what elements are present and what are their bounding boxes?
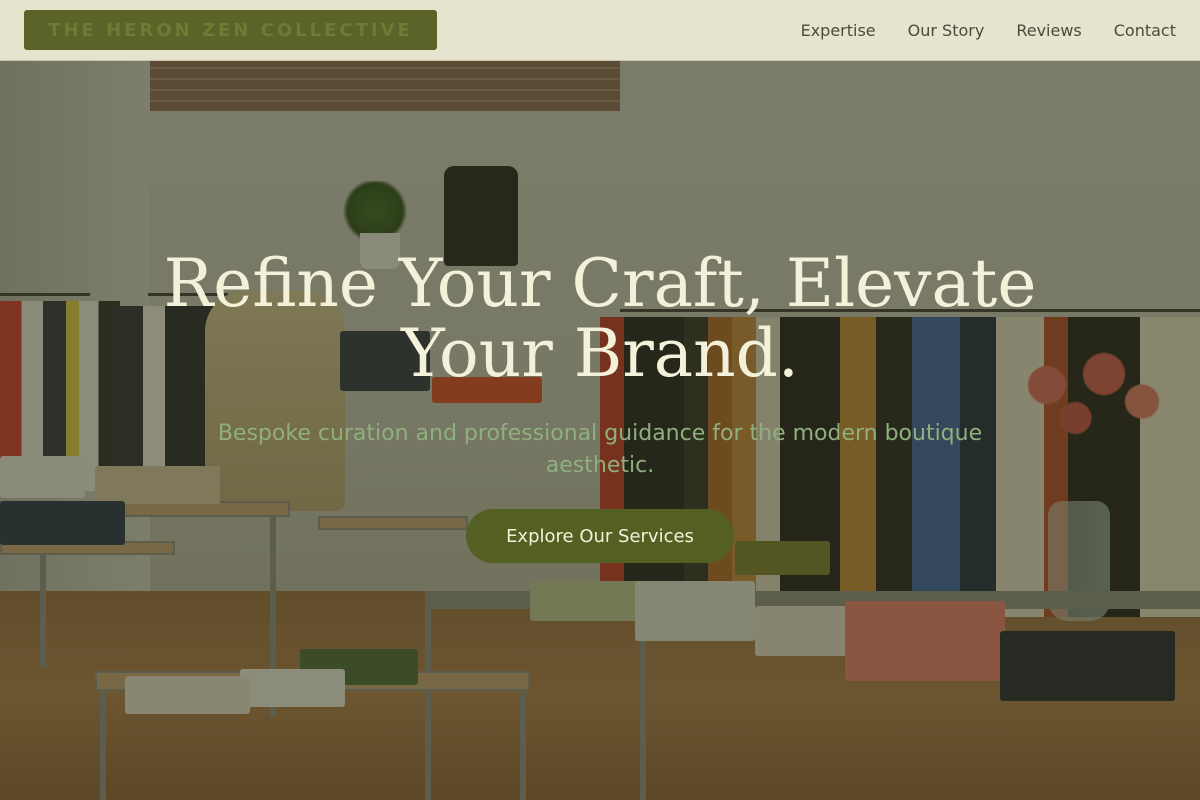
main-nav: Expertise Our Story Reviews Contact (769, 0, 1176, 60)
nav-link-our-story[interactable]: Our Story (908, 21, 985, 40)
explore-services-button[interactable]: Explore Our Services (466, 509, 734, 563)
brand-logo[interactable]: THE HERON ZEN COLLECTIVE (24, 10, 437, 50)
nav-link-expertise[interactable]: Expertise (801, 21, 876, 40)
hero-subtitle: Bespoke curation and professional guidan… (217, 421, 983, 478)
brand-name: THE HERON ZEN COLLECTIVE (48, 19, 413, 41)
nav-link-reviews[interactable]: Reviews (1016, 21, 1081, 40)
hero-title: Refine Your Craft, Elevate Your Brand. (163, 245, 1037, 392)
hero-section: Refine Your Craft, Elevate Your Brand. B… (0, 61, 1200, 800)
nav-link-contact[interactable]: Contact (1114, 21, 1176, 40)
site-header: THE HERON ZEN COLLECTIVE Expertise Our S… (0, 0, 1200, 61)
